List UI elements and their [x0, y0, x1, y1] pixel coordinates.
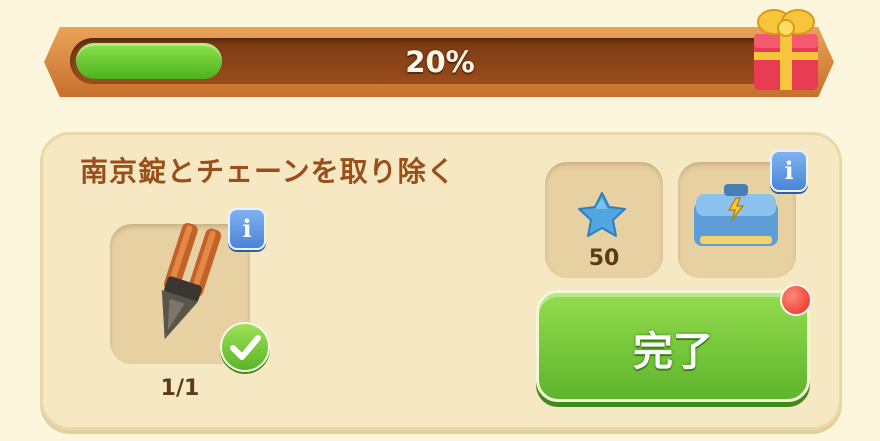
progress-bar: 20%	[70, 38, 810, 84]
item-count: 1/1	[160, 376, 200, 401]
check-icon	[220, 322, 270, 372]
notification-dot	[780, 284, 812, 316]
blue-star-icon	[578, 192, 626, 237]
task-screen: 20% 南京錠とチェーンを取り除く i 1/1 50 i 完了	[0, 0, 880, 441]
bolt-cutter-icon	[161, 223, 222, 340]
progress-label: 20%	[405, 45, 475, 79]
item-info-icon[interactable]: i	[228, 208, 266, 250]
task-title: 南京錠とチェーンを取り除く	[80, 155, 456, 188]
reward-info-icon[interactable]: i	[770, 150, 808, 192]
complete-label: 完了	[633, 329, 713, 375]
reward-value-star: 50	[588, 246, 620, 271]
complete-button[interactable]: 完了	[536, 290, 810, 402]
gift-icon[interactable]	[744, 0, 828, 94]
